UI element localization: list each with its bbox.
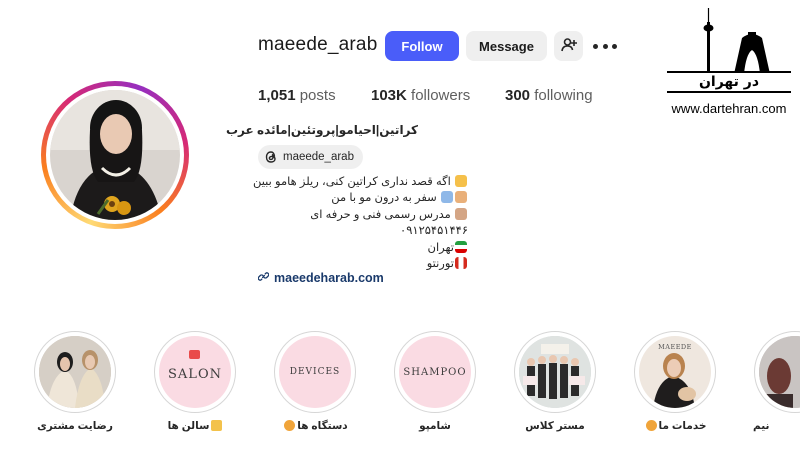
bio-line-text: تورنتو (426, 258, 454, 271)
person-add-icon (560, 37, 577, 56)
highlight-label: خدمات ما (615, 420, 735, 432)
threads-handle: maeede_arab (283, 151, 354, 163)
link-icon (257, 271, 270, 285)
highlight-label-text: دستگاه ها (297, 420, 348, 432)
highlight-cover-text: SHAMPOO (403, 366, 467, 378)
sparkles-icon (211, 420, 223, 431)
highlight-label: نیم (753, 420, 770, 432)
highlight-master-class[interactable]: مستر کلاس (513, 331, 597, 432)
highlight-ring (514, 331, 596, 413)
emoji-icon (455, 175, 467, 187)
threads-icon (264, 150, 278, 164)
highlight-shampoo[interactable]: SHAMPOO شامپو (393, 331, 477, 432)
bio-line: مدرس رسمی فنی و حرفه ای (258, 207, 468, 223)
watermark-brand: در تهران (667, 71, 791, 93)
more-dot (593, 43, 598, 49)
profile-username: maeede_arab (258, 34, 378, 55)
bio-line-text: اگه قصد نداری کراتین کنی، ریلز هامو ببین (252, 176, 451, 188)
highlight-cover (759, 336, 800, 408)
highlight-devices[interactable]: DEVICES دستگاه ها (273, 331, 357, 432)
highlight-label-text: خدمات ما (658, 420, 707, 432)
emoji-icon (455, 191, 467, 204)
following-label: following (534, 87, 593, 104)
followers-label: followers (411, 87, 471, 104)
canada-flag-icon (455, 257, 467, 270)
bio-line-text: تهران (427, 241, 455, 254)
tehran-skyline-icon (669, 8, 789, 76)
bio-line: اگه قصد نداری کراتین کنی، ریلز هامو ببین (253, 174, 468, 190)
highlight-cover: SALON (159, 336, 231, 408)
highlight-ring: SHAMPOO (394, 331, 476, 413)
following-count: 300 (505, 87, 531, 104)
followers-count: 103K (371, 87, 407, 104)
bio-line: تهران (258, 240, 468, 256)
more-dot (612, 43, 617, 49)
following-stat[interactable]: 300 following (505, 87, 593, 104)
more-options-button[interactable] (593, 37, 617, 55)
highlight-cover: SHAMPOO (399, 336, 471, 408)
highlight-label: رضایت مشتری (37, 420, 113, 432)
dartehran-watermark: در تهران www.dartehran.com (664, 8, 794, 120)
highlight-cover (39, 336, 111, 408)
emoji-icon (455, 207, 467, 220)
highlight-partial[interactable]: نیم (753, 331, 800, 432)
highlight-label: سالن ها (135, 420, 255, 432)
more-dot (602, 43, 608, 49)
emoji-icon (441, 191, 453, 204)
highlight-cover-text: MAEEDE (658, 343, 692, 351)
follow-button[interactable]: Follow (385, 31, 459, 61)
bio-line-text: ۰۹۱۲۵۴۵۱۴۴۶ (400, 225, 468, 238)
highlight-cover: MAEEDE (639, 336, 711, 408)
highlight-cover-text: DEVICES (289, 367, 341, 377)
highlight-ring: MAEEDE (634, 331, 716, 413)
threads-badge[interactable]: maeede_arab (258, 145, 363, 169)
highlight-label-text: سالن ها (167, 420, 210, 432)
posts-label: posts (299, 87, 336, 104)
profile-full-name: کراتین|احیامو|پروتئین|مائده عرب (226, 123, 418, 137)
bio-line: تورنتو (258, 256, 468, 272)
highlight-customer-satisfaction[interactable]: رضایت مشتری (33, 331, 117, 432)
heart-eyes-emoji-icon (284, 420, 296, 431)
highlight-ring (34, 331, 116, 413)
highlight-ring: DEVICES (274, 331, 356, 413)
bio-line-text: سفر به درون مو با من (331, 192, 437, 205)
highlight-label: شامپو (419, 420, 451, 432)
iran-flag-icon (455, 240, 467, 253)
highlight-cover-text: SALON (168, 366, 222, 382)
profile-link-text: maeedeharab.com (274, 271, 384, 285)
highlight-ring: SALON (154, 331, 236, 413)
highlight-salons[interactable]: SALON سالن ها (153, 331, 237, 432)
youtube-icon (189, 350, 200, 359)
message-button[interactable]: Message (466, 31, 547, 61)
highlight-cover: DEVICES (279, 336, 351, 408)
highlight-ring (754, 331, 800, 413)
profile-bio: اگه قصد نداری کراتین کنی، ریلز هامو ببین… (253, 174, 468, 272)
posts-stat: 1,051 posts (258, 87, 336, 104)
highlight-our-services[interactable]: MAEEDE خدمات ما (633, 331, 717, 432)
bio-line: سفر به درون مو با من (258, 190, 468, 206)
bio-line: ۰۹۱۲۵۴۵۱۴۴۶ (258, 223, 468, 239)
heart-eyes-emoji-icon (645, 420, 657, 431)
suggest-user-button[interactable] (554, 31, 583, 61)
avatar-photo (50, 90, 180, 220)
bio-line-text: مدرس رسمی فنی و حرفه ای (310, 208, 451, 221)
profile-link[interactable]: maeedeharab.com (257, 271, 384, 285)
highlight-label: مستر کلاس (525, 420, 585, 432)
highlight-cover (519, 336, 591, 408)
highlight-label: دستگاه ها (255, 420, 375, 432)
profile-avatar[interactable] (41, 81, 189, 229)
followers-stat[interactable]: 103K followers (371, 87, 470, 104)
posts-count: 1,051 (258, 87, 296, 104)
watermark-url: www.dartehran.com (671, 101, 787, 116)
